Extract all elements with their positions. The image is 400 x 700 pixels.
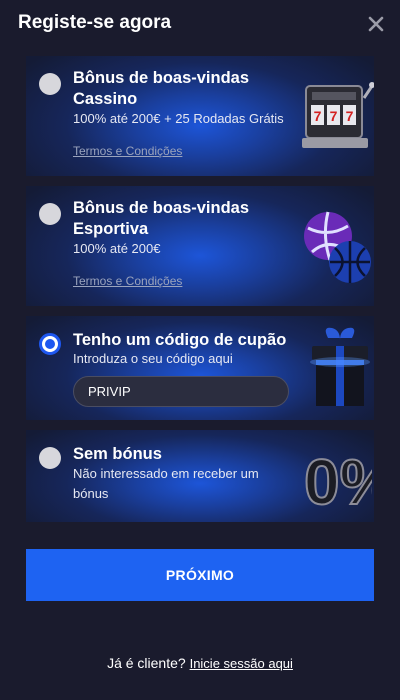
- option-description: Não interessado em receber um bónus: [73, 466, 259, 501]
- option-no-bonus[interactable]: Sem bónus Não interessado em receber um …: [26, 430, 374, 522]
- radio-no-bonus[interactable]: [39, 447, 61, 469]
- zero-percent-text: 0%: [304, 446, 372, 516]
- footer: Já é cliente? Inicie sessão aqui: [0, 655, 400, 671]
- option-description: 100% até 200€ + 25 Rodadas Grátis: [73, 111, 284, 126]
- next-button[interactable]: PRÓXIMO: [26, 549, 374, 601]
- terms-link[interactable]: Termos e Condições: [73, 144, 182, 158]
- option-sports-bonus[interactable]: Bônus de boas-vindas Esportiva 100% até …: [26, 186, 374, 306]
- sports-balls-icon: [304, 211, 371, 283]
- terms-link[interactable]: Termos e Condições: [73, 274, 182, 288]
- option-title: Bônus de boas-vindas Esportiva: [73, 199, 250, 238]
- page-title: Registe-se agora: [18, 12, 172, 33]
- option-description: Introduza o seu código aqui: [73, 351, 233, 366]
- radio-coupon-code[interactable]: [39, 333, 61, 355]
- option-casino-bonus[interactable]: Bônus de boas-vindas Cassino 100% até 20…: [26, 56, 374, 176]
- close-button[interactable]: [364, 12, 388, 36]
- svg-text:7: 7: [346, 108, 354, 124]
- option-description: 100% até 200€: [73, 241, 161, 256]
- footer-question: Já é cliente?: [107, 655, 186, 671]
- option-title: Sem bónus: [73, 445, 162, 463]
- option-title: Bônus de boas-vindas Cassino: [73, 69, 250, 108]
- svg-text:7: 7: [314, 108, 322, 124]
- radio-casino-bonus[interactable]: [39, 73, 61, 95]
- modal-header: Registe-se agora: [0, 0, 400, 50]
- zero-percent-icon: 0%: [303, 445, 372, 516]
- radio-sports-bonus[interactable]: [39, 203, 61, 225]
- login-link[interactable]: Inicie sessão aqui: [190, 656, 293, 671]
- coupon-code-input[interactable]: [73, 376, 289, 407]
- option-coupon-code[interactable]: Tenho um código de cupão Introduza o seu…: [26, 316, 374, 420]
- gift-box-icon: [310, 327, 370, 406]
- svg-text:7: 7: [330, 108, 338, 124]
- close-icon: [368, 16, 384, 32]
- option-title: Tenho um código de cupão: [73, 331, 287, 349]
- slot-machine-icon: 7 7 7: [302, 82, 374, 148]
